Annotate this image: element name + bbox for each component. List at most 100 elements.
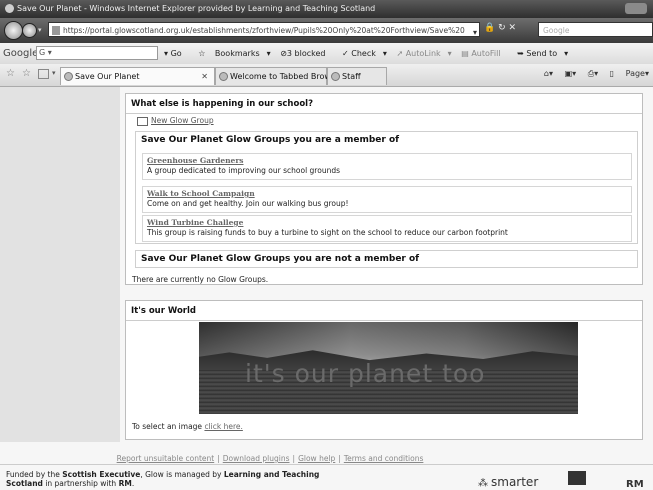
separator: | — [292, 454, 296, 463]
google-search-value: G — [39, 48, 46, 57]
funded-text-1: Funded by the — [6, 470, 63, 479]
nonmember-groups-box: Save Our Planet Glow Groups you are not … — [135, 250, 638, 268]
tab-welcome[interactable]: Welcome to Tabbed Brow... — [215, 67, 338, 85]
smarter-icon: ⁂ — [478, 478, 488, 489]
tab-label: Staff — [342, 72, 361, 81]
forward-button[interactable] — [22, 23, 37, 38]
url-text: https://portal.glowscotland.org.uk/estab… — [63, 26, 465, 35]
our-world-panel: It's our World it's our planet too To se… — [125, 300, 643, 440]
tab-save-our-planet[interactable]: Save Our Planet ✕ — [60, 67, 215, 85]
rm-logo: RM — [626, 479, 644, 490]
lock-refresh-stop-icons[interactable]: 🔒 ↻ ✕ — [484, 23, 516, 33]
separator: | — [338, 454, 341, 463]
print-icon[interactable]: ⎙▾ — [588, 69, 598, 78]
favorites-star-icon[interactable]: ☆ — [6, 68, 15, 79]
url-dropdown-icon[interactable]: ▾ — [473, 25, 477, 36]
partner-logo — [568, 471, 586, 485]
glow-help-link[interactable]: Glow help — [298, 454, 335, 463]
sendto-button[interactable]: ➥ Send to ▾ — [517, 49, 568, 58]
page-menu-label: Page — [625, 69, 645, 78]
funded-text-2: , Glow is managed by — [140, 470, 224, 479]
spellcheck-button[interactable]: ✓ Check ▾ — [342, 49, 387, 58]
page-menu-button[interactable]: ▯ Page▾ — [610, 69, 649, 78]
rm-name: RM — [118, 479, 132, 488]
world-panel-header: It's our World — [126, 301, 642, 321]
banner-text: it's our planet too — [245, 359, 486, 388]
planet-banner-image: it's our planet too — [199, 322, 578, 414]
blocked-label: 3 blocked — [286, 49, 326, 58]
member-groups-heading: Save Our Planet Glow Groups you are a me… — [141, 135, 400, 145]
school-panel-header: What else is happening in our school? — [126, 94, 642, 114]
page-icon — [52, 26, 60, 35]
home-icon[interactable]: ⌂▾ — [544, 69, 553, 78]
member-groups-box: Save Our Planet Glow Groups you are a me… — [135, 131, 638, 244]
scottish-executive: Scottish Executive — [62, 470, 141, 479]
page-content: What else is happening in our school? Ne… — [0, 87, 653, 490]
window-close-button[interactable] — [625, 3, 647, 14]
url-field[interactable]: https://portal.glowscotland.org.uk/estab… — [48, 22, 480, 37]
live-search-input[interactable]: Google — [538, 22, 653, 37]
autofill-button[interactable]: ▤ AutoFill — [461, 49, 507, 58]
group-description: Come on and get healthy. Join our walkin… — [147, 199, 349, 208]
group-description: This group is raising funds to buy a tur… — [147, 228, 508, 237]
group-description: A group dedicated to improving our schoo… — [147, 166, 340, 175]
bookmarks-label: Bookmarks — [214, 49, 260, 58]
left-sidebar — [0, 87, 120, 442]
google-toolbar: Google G ▾ ▾ Go ☆ Bookmarks ▾ ⊘3 blocked … — [0, 43, 653, 65]
add-favorites-icon[interactable]: ☆ — [22, 68, 31, 79]
separator: | — [217, 454, 220, 463]
select-image-line: To select an image click here. — [132, 422, 243, 431]
tab-staff[interactable]: Staff — [327, 67, 387, 85]
check-label: Check — [351, 49, 376, 58]
google-go-button[interactable]: ▾ Go — [164, 49, 189, 58]
tab-page-icon — [219, 72, 228, 81]
group-item: Walk to School Campaign Come on and get … — [142, 186, 632, 213]
no-groups-message: There are currently no Glow Groups. — [132, 275, 269, 284]
funded-text-4: . — [131, 479, 135, 488]
terms-link[interactable]: Terms and conditions — [344, 454, 424, 463]
select-image-prefix: To select an image — [132, 422, 203, 431]
new-glow-group-link[interactable]: New Glow Group — [137, 116, 214, 126]
address-toolbar: ▾ https://portal.glowscotland.org.uk/est… — [0, 18, 653, 43]
select-image-link[interactable]: click here. — [204, 422, 242, 431]
tab-label: Save Our Planet — [75, 72, 140, 81]
popup-blocked-button[interactable]: ⊘3 blocked — [280, 49, 332, 58]
nonmember-groups-heading: Save Our Planet Glow Groups you are not … — [141, 254, 420, 264]
history-dropdown-icon[interactable]: ▾ — [38, 26, 42, 34]
download-plugins-link[interactable]: Download plugins — [223, 454, 290, 463]
bookmarks-button[interactable]: Bookmarks ▾ — [215, 49, 271, 58]
group-item: Greenhouse Gardeners A group dedicated t… — [142, 153, 632, 180]
star-icon[interactable]: ☆ — [198, 49, 205, 58]
report-content-link[interactable]: Report unsuitable content — [117, 454, 215, 463]
group-name-link[interactable]: Greenhouse Gardeners — [147, 156, 627, 165]
autofill-label: AutoFill — [471, 49, 501, 58]
tab-close-icon[interactable]: ✕ — [201, 68, 208, 86]
funding-statement: Funded by the Scottish Executive, Glow i… — [6, 470, 346, 488]
smarter-logo: ⁂ smarter — [478, 475, 538, 489]
google-search-input[interactable]: G ▾ — [36, 46, 158, 60]
go-label: Go — [170, 49, 182, 58]
tab-page-icon — [64, 72, 73, 81]
tab-bar: ☆ ☆ ▾ Save Our Planet ✕ Welcome to Tabbe… — [0, 64, 653, 87]
new-glow-group-label[interactable]: New Glow Group — [151, 116, 214, 125]
group-item: Wind Turbine Challege This group is rais… — [142, 215, 632, 242]
group-name-link[interactable]: Wind Turbine Challege — [147, 218, 627, 227]
footer-divider — [0, 464, 653, 465]
tab-list-dropdown-icon[interactable]: ▾ — [52, 69, 56, 77]
autolink-button[interactable]: ➚ AutoLink ▾ — [396, 49, 451, 58]
footer-links: Report unsuitable content | Download plugi… — [0, 454, 540, 463]
google-logo: Google — [3, 48, 39, 59]
smarter-label: smarter — [491, 475, 539, 489]
tab-label: Welcome to Tabbed Brow... — [230, 72, 338, 81]
school-events-panel: What else is happening in our school? Ne… — [125, 93, 643, 285]
group-name-link[interactable]: Walk to School Campaign — [147, 189, 627, 198]
feeds-icon[interactable]: ▣▾ — [565, 69, 577, 78]
new-group-icon — [137, 116, 148, 126]
autolink-label: AutoLink — [405, 49, 441, 58]
tab-page-icon — [331, 72, 340, 81]
quick-tabs-icon[interactable] — [38, 69, 49, 79]
command-bar: ⌂▾ ▣▾ ⎙▾ ▯ Page▾ — [535, 69, 649, 79]
sendto-label: Send to — [526, 49, 558, 58]
ie-logo-icon — [5, 4, 14, 13]
back-button[interactable] — [4, 21, 23, 40]
